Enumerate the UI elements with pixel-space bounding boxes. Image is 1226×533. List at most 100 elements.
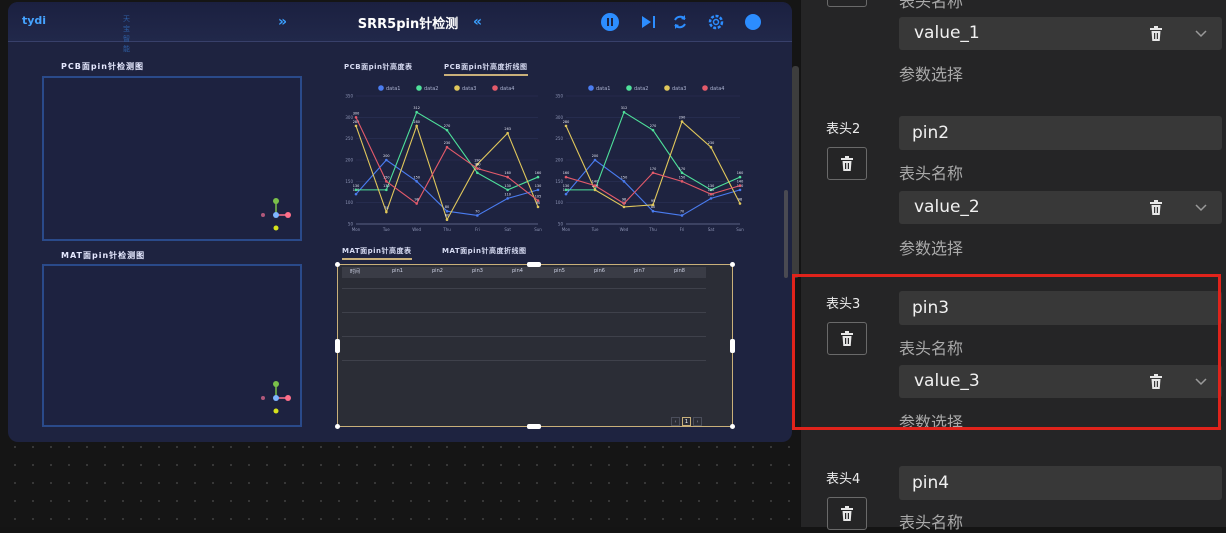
data-point	[354, 124, 358, 128]
header-label-4: 表头4	[826, 472, 861, 487]
data-label: 200	[592, 154, 598, 158]
x-tick-label: Tue	[382, 227, 390, 232]
legend-marker	[588, 85, 594, 91]
tab-mat-height-linechart[interactable]: MAT面pin针高度折线图	[442, 246, 527, 258]
x-tick-label: Thu	[648, 227, 657, 232]
param-select-value: value_1	[914, 23, 980, 43]
expand-left-icon[interactable]: »	[278, 14, 287, 30]
delete-header-button[interactable]	[827, 0, 867, 7]
axis-gizmo-icon	[261, 198, 291, 231]
pcb-line-chart-1: data1 data2 data3 data4 50 100 150 200 250 300 350…	[345, 85, 542, 232]
dashboard-preview[interactable]: tydi 天宝智能 » SRR5pin针检测 « PCB面pin针检测图 MAT面…	[8, 2, 792, 442]
resize-handle[interactable]	[335, 339, 340, 353]
data-point	[445, 209, 449, 213]
legend-label: data4	[500, 86, 514, 92]
data-point	[680, 214, 684, 217]
trash-icon[interactable]	[1149, 200, 1163, 216]
table-divider	[342, 288, 706, 289]
resize-handle[interactable]	[335, 262, 340, 267]
data-point	[738, 202, 742, 205]
table-header-cell: pin5	[554, 268, 565, 274]
resize-handle[interactable]	[527, 262, 541, 267]
settings-gear-icon[interactable]	[706, 12, 726, 32]
data-label: 98	[738, 198, 742, 202]
trash-icon[interactable]	[1149, 26, 1163, 42]
data-label: 290	[679, 116, 685, 120]
x-tick-label: Mon	[562, 227, 571, 232]
x-tick-label: Sat	[708, 227, 715, 232]
legend-label: data1	[386, 86, 400, 92]
header-name-caption: 表头名称	[899, 164, 964, 183]
param-select[interactable]: value_1	[899, 17, 1222, 50]
resize-handle[interactable]	[527, 424, 541, 429]
step-forward-icon[interactable]	[638, 12, 658, 32]
data-label: 120	[708, 188, 714, 192]
header-name-input-4[interactable]: pin4	[899, 466, 1222, 500]
data-label: 300	[353, 111, 359, 115]
canvas-scrollbar[interactable]	[792, 66, 799, 278]
data-point	[354, 188, 358, 192]
resize-handle[interactable]	[335, 424, 340, 429]
data-label: 170	[650, 167, 656, 171]
next-page-button[interactable]: ›	[693, 417, 702, 426]
data-label: 130	[563, 184, 569, 188]
data-label: 280	[413, 120, 419, 124]
data-label: 78	[384, 206, 388, 210]
trash-icon	[841, 506, 853, 521]
data-point	[536, 188, 540, 192]
data-point	[593, 188, 597, 192]
tab-pcb-height-table[interactable]: PCB面pin针高度表	[344, 62, 413, 74]
data-label: 263	[504, 127, 510, 131]
tab-mat-height-table[interactable]: MAT面pin针高度表	[342, 246, 412, 260]
resize-handle[interactable]	[730, 339, 735, 353]
data-point	[354, 192, 358, 196]
data-point	[593, 184, 597, 187]
data-point	[476, 214, 479, 217]
data-label: 180	[474, 163, 480, 167]
data-point	[476, 167, 479, 170]
data-label: 105	[535, 195, 541, 199]
data-point	[415, 180, 418, 183]
tab-pcb-height-linechart[interactable]: PCB面pin针高度折线图	[444, 62, 528, 76]
pause-icon[interactable]	[600, 12, 620, 32]
header-name-input-2[interactable]: pin2	[899, 116, 1222, 150]
y-tick-label: 50	[558, 222, 564, 227]
prev-page-button[interactable]: ‹	[671, 417, 680, 426]
data-point	[506, 131, 509, 135]
delete-header-4-button[interactable]	[827, 497, 867, 530]
refresh-icon[interactable]	[670, 12, 690, 32]
x-tick-label: Sun	[736, 227, 744, 232]
table-divider	[342, 312, 706, 313]
legend-label: data4	[710, 86, 724, 92]
data-point	[622, 110, 626, 114]
expand-right-icon[interactable]: «	[473, 14, 482, 30]
x-tick-label: Fri	[475, 227, 480, 232]
x-tick-label: Fri	[680, 227, 685, 232]
chevron-down-icon[interactable]	[1195, 201, 1207, 213]
y-tick-label: 250	[345, 136, 353, 141]
data-label: 130	[504, 184, 510, 188]
data-point	[445, 128, 449, 132]
table-divider	[342, 336, 706, 337]
data-point	[680, 180, 684, 183]
page-number-button[interactable]: 1	[682, 417, 691, 426]
data-point	[651, 128, 655, 132]
pcb-line-chart-2: data1 data2 data3 data450100150200250300350…	[555, 85, 744, 232]
data-point	[476, 171, 479, 175]
data-point	[622, 202, 626, 205]
data-label: 150	[413, 175, 419, 179]
param-select-2[interactable]: value_2	[899, 191, 1222, 224]
mat-height-table-widget[interactable]: 时间 pin1 pin2 pin3 pin4 pin5 pin6 pin7 pin8 ‹ 1 ›	[335, 262, 735, 429]
status-dot-icon[interactable]	[743, 12, 763, 32]
delete-header-2-button[interactable]	[827, 147, 867, 180]
pcb-detection-frame[interactable]	[42, 76, 302, 241]
x-tick-label: Mon	[352, 227, 361, 232]
design-canvas[interactable]: tydi 天宝智能 » SRR5pin针检测 « PCB面pin针检测图 MAT面…	[0, 0, 800, 527]
preview-scrollbar[interactable]	[784, 190, 788, 278]
mat-detection-frame[interactable]	[42, 264, 302, 427]
data-label: 80	[445, 205, 449, 209]
resize-handle[interactable]	[730, 262, 735, 267]
chevron-down-icon[interactable]	[1195, 27, 1207, 39]
resize-handle[interactable]	[730, 424, 735, 429]
data-point	[680, 120, 684, 123]
